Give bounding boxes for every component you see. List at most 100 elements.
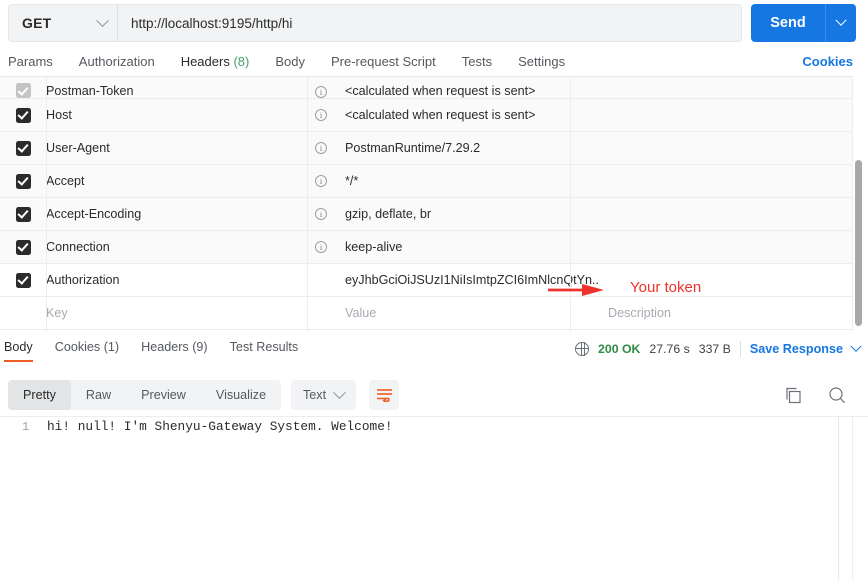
wrap-lines-icon [376, 388, 393, 402]
format-segmented-control: Pretty Raw Preview Visualize [8, 380, 281, 410]
send-button[interactable]: Send [751, 4, 826, 42]
divider [740, 341, 741, 357]
wrap-lines-button[interactable] [369, 380, 399, 410]
response-body-text: hi! null! I'm Shenyu-Gateway System. Wel… [47, 419, 393, 434]
info-icon[interactable]: i [315, 86, 327, 98]
header-key[interactable]: User-Agent [46, 141, 307, 155]
http-method-selector[interactable]: GET [8, 4, 118, 42]
table-row[interactable]: Accept-Encoding i gzip, deflate, br [0, 198, 853, 231]
response-tab-test-results[interactable]: Test Results [230, 340, 299, 361]
tab-label: Headers [141, 340, 189, 354]
checkbox-icon[interactable] [16, 83, 31, 98]
new-description-input[interactable]: Description [598, 306, 853, 320]
info-icon[interactable]: i [315, 208, 327, 220]
new-value-input[interactable]: Value [335, 306, 598, 320]
info-icon[interactable]: i [315, 241, 327, 253]
tab-headers[interactable]: Headers (8) [181, 54, 250, 77]
tab-label: Test Results [230, 340, 299, 354]
format-visualize[interactable]: Visualize [201, 380, 281, 410]
header-value[interactable]: <calculated when request is sent> [335, 108, 598, 122]
info-icon-cell[interactable]: i [307, 86, 335, 98]
row-checkbox-cell[interactable] [0, 174, 46, 189]
chevron-down-icon [835, 15, 846, 26]
search-icon[interactable] [828, 386, 846, 404]
table-row[interactable]: Postman-Token i <calculated when request… [0, 77, 853, 99]
chevron-down-icon [333, 386, 346, 399]
tab-tests[interactable]: Tests [462, 54, 492, 77]
header-value[interactable]: PostmanRuntime/7.29.2 [335, 141, 598, 155]
checkbox-icon[interactable] [16, 174, 31, 189]
header-key[interactable]: Accept [46, 174, 307, 188]
checkbox-icon[interactable] [16, 207, 31, 222]
row-checkbox-cell[interactable] [0, 273, 46, 288]
format-preview[interactable]: Preview [126, 380, 201, 410]
table-row[interactable]: Accept i */* [0, 165, 853, 198]
response-tab-headers[interactable]: Headers (9) [141, 340, 208, 361]
chevron-down-icon [96, 14, 109, 27]
divider [852, 417, 853, 580]
checkbox-icon[interactable] [16, 240, 31, 255]
column-divider [307, 76, 308, 332]
info-icon-cell[interactable]: i [307, 208, 335, 220]
response-tab-cookies[interactable]: Cookies (1) [55, 340, 119, 361]
response-status-area: 200 OK 27.76 s 337 B Save Response [575, 341, 860, 357]
header-key[interactable]: Authorization [46, 273, 307, 287]
row-checkbox-cell[interactable] [0, 207, 46, 222]
response-action-icons [785, 380, 846, 410]
tab-params[interactable]: Params [8, 54, 53, 77]
table-row[interactable]: Connection i keep-alive [0, 231, 853, 264]
info-icon[interactable]: i [315, 175, 327, 187]
cookies-link[interactable]: Cookies [802, 54, 853, 69]
info-icon-cell[interactable]: i [307, 175, 335, 187]
response-body-pane[interactable]: 1 hi! null! I'm Shenyu-Gateway System. W… [0, 416, 868, 579]
header-value[interactable]: <calculated when request is sent> [335, 84, 598, 98]
info-icon-cell[interactable]: i [307, 142, 335, 154]
table-row-new[interactable]: Key Value Description [0, 297, 853, 330]
tab-authorization[interactable]: Authorization [79, 54, 155, 77]
send-button-group[interactable]: Send [751, 4, 856, 42]
header-value[interactable]: gzip, deflate, br [335, 207, 598, 221]
tab-label: Pre-request Script [331, 54, 436, 69]
checkbox-icon[interactable] [16, 108, 31, 123]
info-icon-cell[interactable]: i [307, 109, 335, 121]
row-checkbox-cell[interactable] [0, 83, 46, 98]
chevron-down-icon[interactable] [850, 341, 861, 352]
checkbox-icon[interactable] [16, 141, 31, 156]
copy-icon[interactable] [785, 387, 802, 404]
row-checkbox-cell[interactable] [0, 108, 46, 123]
header-key[interactable]: Host [46, 108, 307, 122]
format-pretty[interactable]: Pretty [8, 380, 71, 410]
tab-label: Headers [181, 54, 230, 69]
checkbox-icon[interactable] [16, 273, 31, 288]
response-tab-body[interactable]: Body [4, 340, 33, 361]
content-type-dropdown[interactable]: Text [291, 380, 356, 410]
header-key[interactable]: Accept-Encoding [46, 207, 307, 221]
header-value[interactable]: */* [335, 174, 598, 188]
divider [838, 417, 839, 580]
headers-table: Postman-Token i <calculated when request… [0, 76, 853, 332]
url-input[interactable]: http://localhost:9195/http/hi [118, 4, 742, 42]
table-row[interactable]: Host i <calculated when request is sent> [0, 99, 853, 132]
info-icon[interactable]: i [315, 109, 327, 121]
row-checkbox-cell[interactable] [0, 240, 46, 255]
header-key[interactable]: Connection [46, 240, 307, 254]
new-key-input[interactable]: Key [46, 306, 307, 320]
vertical-scrollbar[interactable] [855, 160, 862, 326]
response-format-toolbar: Pretty Raw Preview Visualize Text [0, 376, 868, 416]
tab-label: Authorization [79, 54, 155, 69]
row-checkbox-cell[interactable] [0, 141, 46, 156]
info-icon[interactable]: i [315, 142, 327, 154]
tab-label: Tests [462, 54, 492, 69]
tab-pre-request-script[interactable]: Pre-request Script [331, 54, 436, 77]
save-response-button[interactable]: Save Response [750, 342, 843, 356]
status-code: 200 OK [598, 342, 640, 356]
format-raw[interactable]: Raw [71, 380, 126, 410]
table-row[interactable]: Authorization eyJhbGciOiJSUzI1NiIsImtpZC… [0, 264, 853, 297]
table-row[interactable]: User-Agent i PostmanRuntime/7.29.2 [0, 132, 853, 165]
header-key[interactable]: Postman-Token [46, 84, 307, 98]
header-value[interactable]: keep-alive [335, 240, 598, 254]
info-icon-cell[interactable]: i [307, 241, 335, 253]
tab-settings[interactable]: Settings [518, 54, 565, 77]
tab-body[interactable]: Body [275, 54, 305, 77]
send-options-button[interactable] [826, 19, 856, 27]
